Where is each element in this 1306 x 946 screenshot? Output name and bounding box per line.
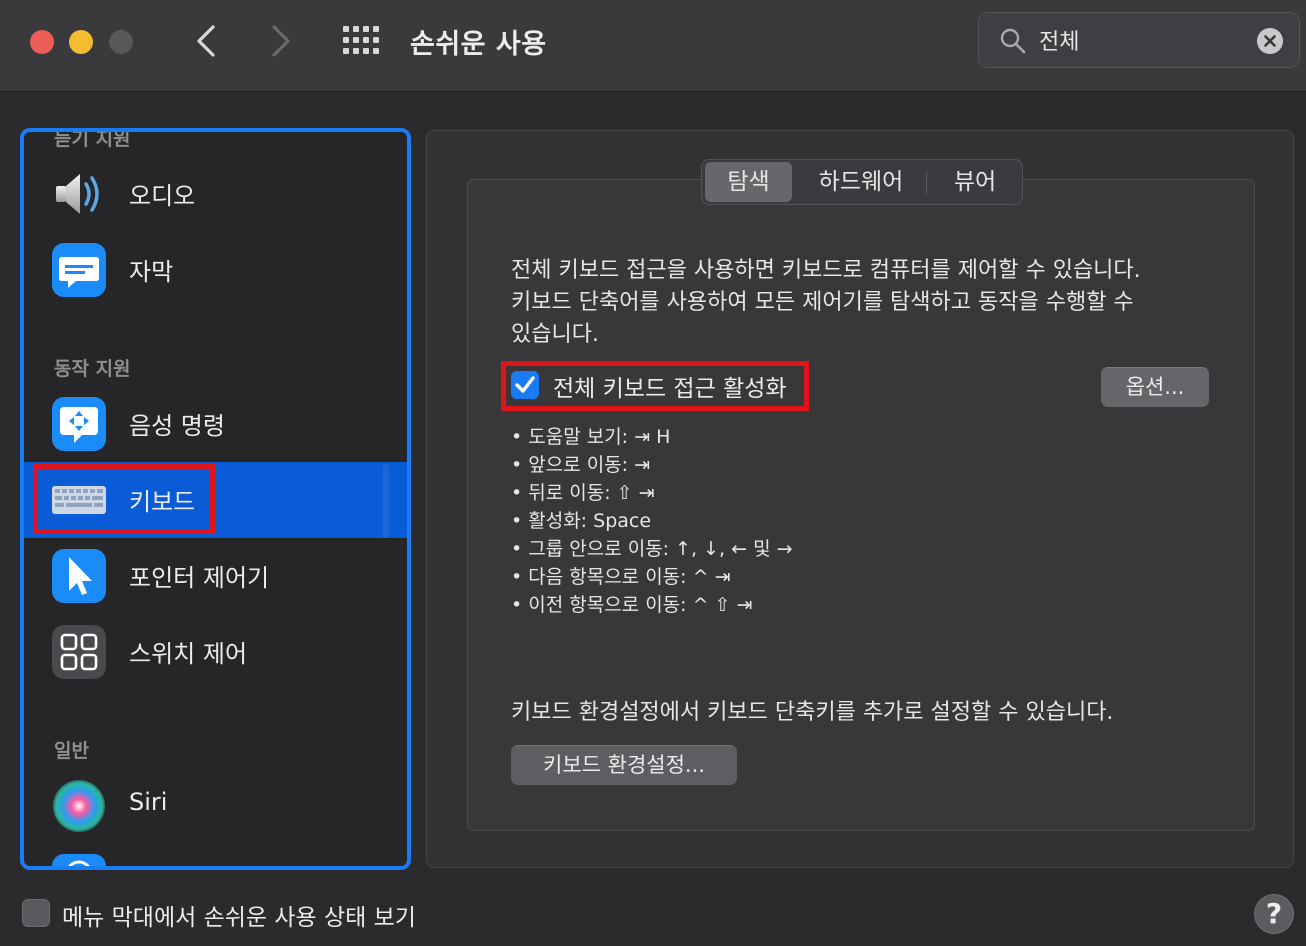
captions-icon xyxy=(52,243,106,297)
title-bar: 손쉬운 사용 xyxy=(0,0,1306,92)
keyboard-icon xyxy=(52,486,106,514)
sidebar-item-captions[interactable]: 자막 xyxy=(24,232,407,308)
partial-item-icon xyxy=(52,854,106,866)
back-chevron-icon[interactable] xyxy=(193,24,219,58)
voice-control-icon xyxy=(52,397,106,451)
tab-bar: 탐색 하드웨어 뷰어 xyxy=(701,159,1023,205)
tab-viewer[interactable]: 뷰어 xyxy=(930,162,1020,202)
tab-navigation[interactable]: 탐색 xyxy=(705,162,792,202)
full-keyboard-access-label[interactable]: 전체 키보드 접근 활성화 xyxy=(553,369,787,403)
description-line: 있습니다. xyxy=(511,322,599,347)
section-label-motor: 동작 지원 xyxy=(54,358,131,380)
description-text: 전체 키보드 접근을 사용하면 키보드로 컴퓨터를 제어할 수 있습니다. 키보… xyxy=(511,255,1231,351)
section-label-hearing: 듣기 지원 xyxy=(54,128,131,150)
sidebar-scrollbar[interactable] xyxy=(383,464,389,538)
shortcut-list: • 도움말 보기: ⇥ H • 앞으로 이동: ⇥ • 뒤로 이동: ⇧ ⇥ •… xyxy=(511,423,793,619)
search-icon xyxy=(1000,28,1026,54)
list-item: • 활성화: Space xyxy=(511,510,652,532)
search-field[interactable] xyxy=(978,12,1300,68)
tab-hardware[interactable]: 하드웨어 xyxy=(798,162,924,202)
sidebar-item-keyboard[interactable]: 키보드 xyxy=(24,462,407,538)
sidebar-item-voice-control[interactable]: 음성 명령 xyxy=(24,386,407,462)
full-keyboard-access-checkbox[interactable] xyxy=(511,371,539,399)
close-window-button[interactable] xyxy=(30,30,54,54)
sidebar-item-label: Siri xyxy=(129,788,168,816)
speaker-icon xyxy=(56,174,99,214)
list-item: • 뒤로 이동: ⇧ ⇥ xyxy=(511,482,655,504)
sidebar-item-label: 오디오 xyxy=(129,182,196,210)
show-in-menu-bar-checkbox[interactable] xyxy=(22,899,50,927)
sidebar-item-label: 음성 명령 xyxy=(129,412,225,440)
list-item: • 그룹 안으로 이동: ↑, ↓, ← 및 → xyxy=(511,538,793,560)
sidebar-item-siri[interactable]: Siri xyxy=(24,768,407,844)
tab-divider xyxy=(926,172,927,194)
show-in-menu-bar-label[interactable]: 메뉴 막대에서 손쉬운 사용 상태 보기 xyxy=(62,898,416,932)
show-all-grid-icon[interactable] xyxy=(343,26,381,54)
sidebar-item-audio[interactable]: 오디오 xyxy=(24,156,407,232)
sidebar-item-switch-control[interactable]: 스위치 제어 xyxy=(24,614,407,690)
minimize-window-button[interactable] xyxy=(69,30,93,54)
options-button[interactable]: 옵션... xyxy=(1101,367,1209,407)
clear-search-icon[interactable] xyxy=(1257,28,1283,54)
zoom-window-button[interactable] xyxy=(109,30,133,54)
keyboard-preferences-button[interactable]: 키보드 환경설정... xyxy=(511,745,737,785)
list-item: • 앞으로 이동: ⇥ xyxy=(511,454,651,476)
window-title: 손쉬운 사용 xyxy=(410,29,547,60)
sidebar[interactable]: 듣기 지원 오디오 자막 동작 지원 음성 명령 키보드 포인터 제어기 스위치… xyxy=(20,128,411,870)
sidebar-list[interactable]: 듣기 지원 오디오 자막 동작 지원 음성 명령 키보드 포인터 제어기 스위치… xyxy=(24,132,407,866)
description-line: 전체 키보드 접근을 사용하면 키보드로 컴퓨터를 제어할 수 있습니다. xyxy=(511,258,1141,283)
list-item: • 도움말 보기: ⇥ H xyxy=(511,426,671,448)
description-line: 키보드 단축어를 사용하여 모든 제어기를 탐색하고 동작을 수행할 수 xyxy=(511,290,1134,315)
list-item: • 다음 항목으로 이동: ^ ⇥ xyxy=(511,566,731,588)
siri-icon xyxy=(53,780,105,832)
main-panel: 탐색 하드웨어 뷰어 전체 키보드 접근을 사용하면 키보드로 컴퓨터를 제어할… xyxy=(426,130,1294,868)
help-button[interactable]: ? xyxy=(1254,894,1294,934)
sidebar-item-pointer-control[interactable]: 포인터 제어기 xyxy=(24,538,407,614)
sidebar-item-label: 포인터 제어기 xyxy=(129,564,270,592)
forward-chevron-icon[interactable] xyxy=(268,24,294,58)
sidebar-item-label: 자막 xyxy=(129,258,174,286)
sidebar-item-label: 스위치 제어 xyxy=(129,640,248,668)
keyboard-prefs-note: 키보드 환경설정에서 키보드 단축키를 추가로 설정할 수 있습니다. xyxy=(511,700,1114,725)
list-item: • 이전 항목으로 이동: ^ ⇧ ⇥ xyxy=(511,594,753,616)
section-label-general: 일반 xyxy=(54,740,89,762)
sidebar-item-label: 키보드 xyxy=(129,488,196,516)
pointer-icon xyxy=(52,549,106,603)
search-input[interactable] xyxy=(1039,23,1239,57)
switch-control-icon xyxy=(52,625,106,679)
